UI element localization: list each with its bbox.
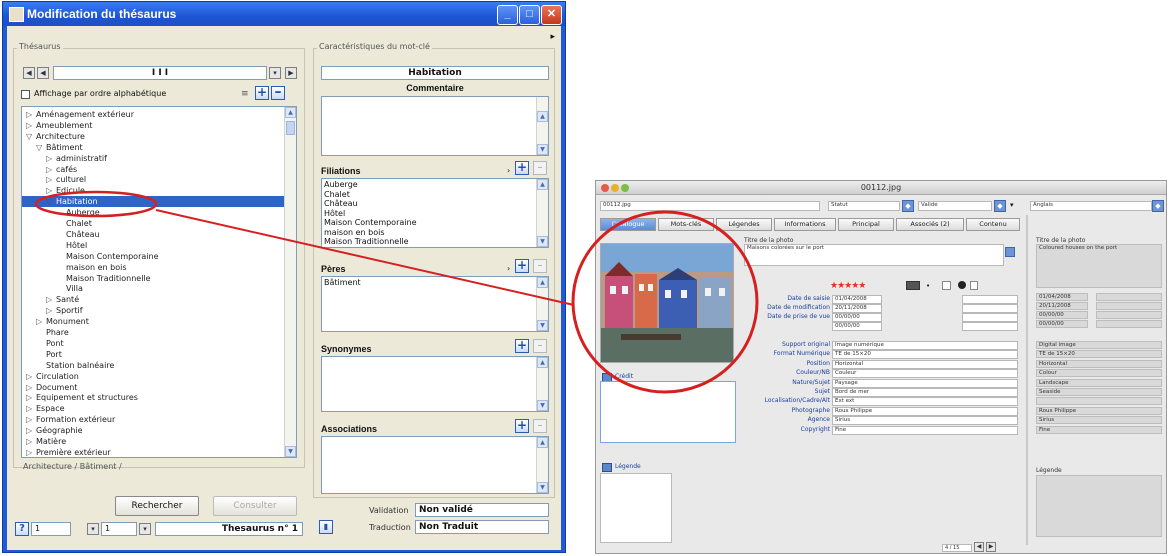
highlight-ellipse-photo bbox=[571, 210, 759, 394]
connector-line bbox=[155, 209, 575, 306]
annotation-overlay bbox=[34, 190, 759, 394]
highlight-ellipse-tree bbox=[34, 190, 158, 218]
